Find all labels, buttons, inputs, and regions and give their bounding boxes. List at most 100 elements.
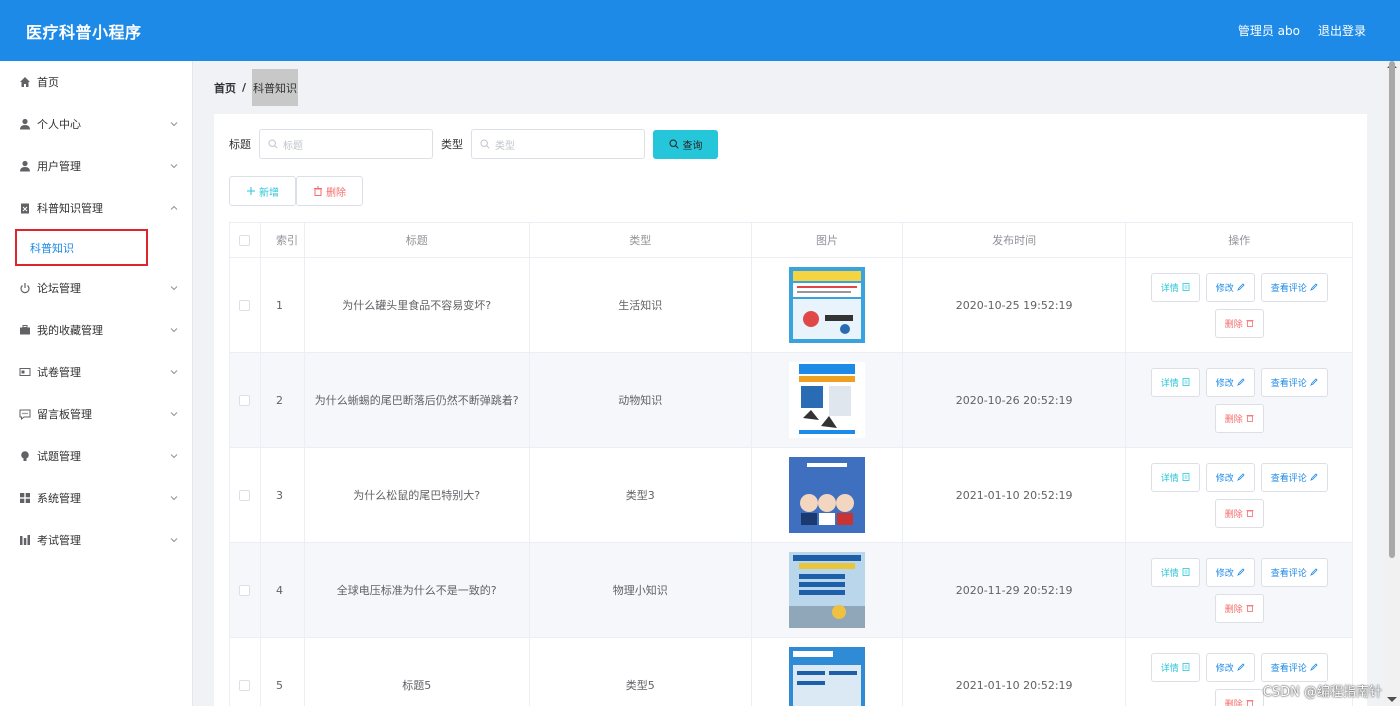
sidebar-item-label: 留言板管理 [37,408,92,421]
sidebar-item-knowledge-mgmt[interactable]: 科普知识管理 [0,187,192,229]
document-icon [1182,663,1190,671]
sidebar-item-label: 我的收藏管理 [37,324,103,337]
edit-button[interactable]: 修改 [1205,462,1255,492]
edit-button[interactable]: 修改 [1205,367,1255,397]
page-scrollbar[interactable] [1384,61,1400,706]
table-row: 5 标题5 类型5 2021-01-10 20:52:19 详情 修改 查看评论… [230,638,1352,706]
sidebar-item-home[interactable]: 首页 [0,61,192,103]
edit-label: 修改 [1215,283,1234,294]
index-cell: 1 [261,258,305,352]
header-type: 类型 [530,223,753,257]
remove-button[interactable]: 删除 [1214,688,1264,706]
briefcase-icon [19,324,31,336]
breadcrumb-separator: / [242,81,247,94]
sidebar-item-papers[interactable]: 试卷管理 [0,351,192,393]
detail-button[interactable]: 详情 [1150,272,1200,302]
document-icon [1182,378,1190,386]
header-index: 索引 [261,223,305,257]
view-comments-label: 查看评论 [1270,378,1307,389]
trash-icon [1246,605,1254,612]
remove-button[interactable]: 删除 [1214,498,1264,528]
actions-cell: 详情 修改 查看评论 删除 [1126,448,1352,542]
type-search-input[interactable]: 类型 [471,129,645,159]
header-actions: 管理员 abo 退出登录 [1238,22,1366,39]
title-cell: 为什么罐头里食品不容易变坏? [305,258,530,352]
edit-label: 修改 [1215,568,1234,579]
chevron-down-icon [170,122,178,127]
scroll-down-arrow[interactable] [1387,697,1397,702]
sidebar-item-users[interactable]: 用户管理 [0,145,192,187]
thumbnail-image[interactable] [788,362,865,438]
row-checkbox[interactable] [239,584,251,596]
sidebar-item-personal[interactable]: 个人中心 [0,103,192,145]
edit-button[interactable]: 修改 [1205,557,1255,587]
view-comments-button[interactable]: 查看评论 [1260,272,1328,302]
sidebar-item-label: 试卷管理 [37,366,81,379]
sidebar-item-questions[interactable]: 试题管理 [0,435,192,477]
row-checkbox[interactable] [239,299,251,311]
app-title: 医疗科普小程序 [26,22,142,42]
remove-label: 删除 [1224,414,1243,425]
detail-button[interactable]: 详情 [1150,557,1200,587]
index-cell: 5 [261,638,305,706]
sidebar-item-label: 论坛管理 [37,282,81,295]
edit-button[interactable]: 修改 [1205,272,1255,302]
detail-button[interactable]: 详情 [1150,367,1200,397]
thumbnail-image[interactable] [788,647,865,706]
image-cell [752,543,903,637]
row-checkbox[interactable] [239,679,251,691]
sidebar-item-favorites[interactable]: 我的收藏管理 [0,309,192,351]
pencil-icon [1309,378,1318,386]
view-comments-button[interactable]: 查看评论 [1260,652,1328,682]
add-button[interactable]: 新增 [229,176,296,206]
thumbnail-image[interactable] [788,552,865,628]
title-search-input[interactable]: 标题 [259,129,433,159]
edit-label: 修改 [1215,378,1234,389]
view-comments-button[interactable]: 查看评论 [1260,367,1328,397]
admin-user-label[interactable]: 管理员 abo [1238,22,1300,39]
view-comments-button[interactable]: 查看评论 [1260,462,1328,492]
image-cell [752,353,903,447]
thumbnail-image[interactable] [788,457,865,533]
edit-button[interactable]: 修改 [1205,652,1255,682]
remove-button[interactable]: 删除 [1214,308,1264,338]
sidebar-item-forum[interactable]: 论坛管理 [0,267,192,309]
select-all-checkbox[interactable] [239,234,251,246]
detail-label: 详情 [1160,473,1179,484]
row-checkbox[interactable] [239,489,251,501]
sidebar-subitem-knowledge[interactable]: 科普知识 [0,229,192,267]
row-checkbox[interactable] [239,394,251,406]
scroll-thumb[interactable] [1389,61,1395,558]
breadcrumb: 首页 / 科普知识 [214,69,299,106]
logout-link[interactable]: 退出登录 [1318,22,1366,39]
delete-button[interactable]: 删除 [296,176,363,206]
document-icon [1182,283,1190,291]
highlight-box [15,229,148,266]
remove-button[interactable]: 删除 [1214,403,1264,433]
sidebar-item-exams[interactable]: 考试管理 [0,519,192,561]
trash-icon [1246,510,1254,517]
user-icon [19,118,31,130]
thumbnail-image[interactable] [788,267,865,343]
search-icon [268,139,278,149]
chevron-down-icon [170,496,178,501]
add-button-label: 新增 [259,187,279,199]
card-icon [19,366,31,378]
actions-cell: 详情 修改 查看评论 删除 [1126,353,1352,447]
pencil-icon [1236,378,1245,386]
pencil-icon [1309,283,1318,291]
sidebar-item-messages[interactable]: 留言板管理 [0,393,192,435]
pencil-icon [1309,663,1318,671]
detail-label: 详情 [1160,378,1179,389]
sidebar-item-system[interactable]: 系统管理 [0,477,192,519]
detail-button[interactable]: 详情 [1150,462,1200,492]
user-icon [19,160,31,172]
remove-button[interactable]: 删除 [1214,593,1264,623]
view-comments-label: 查看评论 [1270,283,1307,294]
detail-button[interactable]: 详情 [1150,652,1200,682]
header-select-cell [230,223,261,257]
main-content: 首页 / 科普知识 标题 标题 类型 类型 查询 新增 删除 索引 标题 类型 … [194,61,1384,706]
breadcrumb-home[interactable]: 首页 [214,80,236,96]
query-button[interactable]: 查询 [653,129,718,159]
view-comments-button[interactable]: 查看评论 [1260,557,1328,587]
